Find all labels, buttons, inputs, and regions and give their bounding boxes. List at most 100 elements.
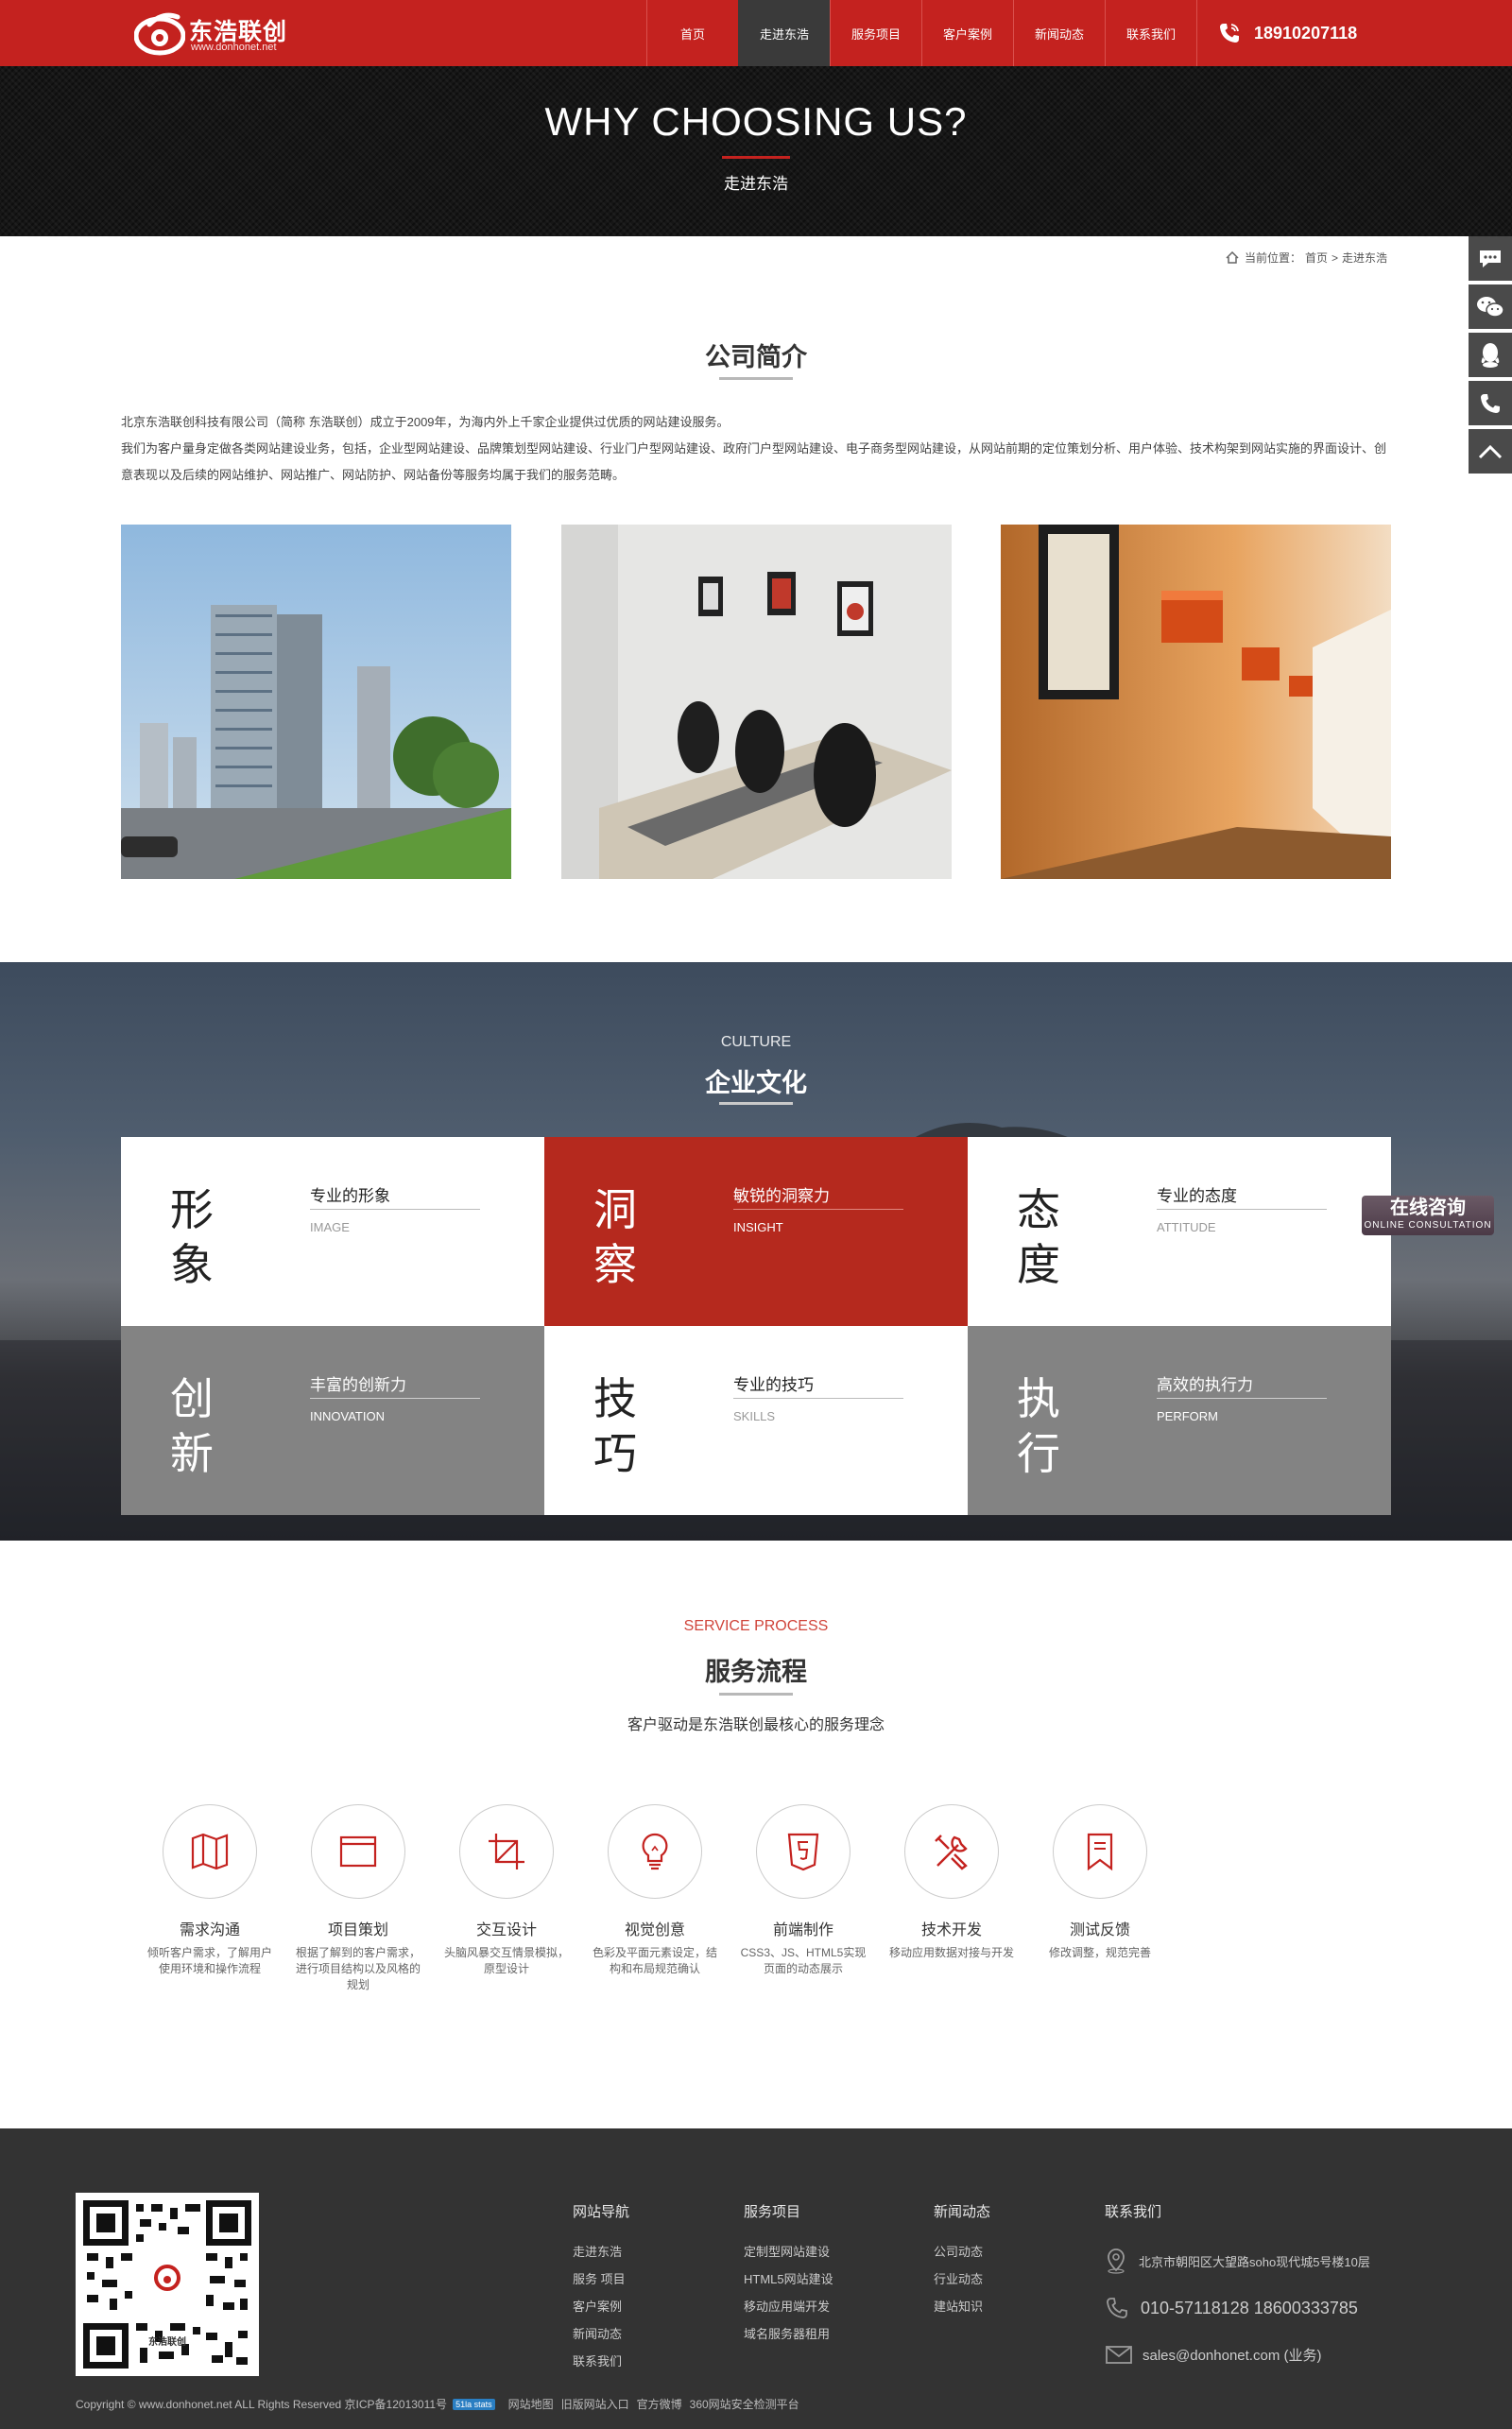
online-consultation-button[interactable]: 在线咨询 ONLINE CONSULTATION (1362, 1196, 1494, 1235)
side-chat-button[interactable] (1469, 236, 1512, 281)
culture-card-title: 敏锐的洞察力 (733, 1187, 830, 1205)
footer-link[interactable]: 定制型网站建设 (744, 2238, 833, 2265)
breadcrumb-prefix: 当前位置： (1244, 251, 1301, 265)
page-banner: WHY CHOOSING US? 走进东浩 (0, 66, 1512, 236)
culture-card-rule (310, 1209, 480, 1210)
process-step-circle[interactable] (608, 1804, 702, 1899)
culture-card-title: 丰富的创新力 (310, 1376, 406, 1394)
footer-link[interactable]: 服务 项目 (573, 2265, 629, 2293)
nav-news[interactable]: 新闻动态 (1013, 0, 1105, 66)
culture-card-glyph: 形象 (170, 1184, 214, 1290)
footer-bottom-link[interactable]: 旧版网站入口 (561, 2396, 629, 2412)
process-step-circle[interactable] (163, 1804, 257, 1899)
main-nav: 首页 走进东浩 服务项目 客户案例 新闻动态 联系我们 18910207118 (646, 0, 1376, 66)
footer-link[interactable]: 联系我们 (573, 2348, 629, 2375)
culture-card-glyph: 态度 (1017, 1184, 1060, 1290)
nav-about[interactable]: 走进东浩 (738, 0, 830, 66)
culture-card-glyph: 创新 (170, 1373, 214, 1479)
process-divider (719, 1693, 793, 1696)
banner-title: WHY CHOOSING US? (544, 99, 968, 144)
culture-card-rule (310, 1398, 480, 1399)
side-wechat-button[interactable] (1469, 284, 1512, 329)
footer-link[interactable]: 走进东浩 (573, 2238, 629, 2265)
footer-address: 北京市朝阳区大望路soho现代城5号楼10层 (1105, 2248, 1370, 2274)
breadcrumb: 当前位置： 首页 > 走进东浩 (1226, 250, 1391, 266)
culture-card-title: 专业的技巧 (733, 1376, 814, 1394)
phone-icon (1220, 24, 1239, 43)
tools-icon (935, 1835, 968, 1870)
process-subtitle: 客户驱动是东浩联创最核心的服务理念 (627, 1717, 885, 1733)
nav-contact[interactable]: 联系我们 (1105, 0, 1196, 66)
process-step-circle[interactable] (904, 1804, 999, 1899)
footer-email: sales@donhonet.com (业务) (1105, 2344, 1321, 2365)
qr-label: 东浩联创 (148, 2337, 186, 2348)
footer-link[interactable]: 行业动态 (934, 2265, 990, 2293)
footer-link[interactable]: 新闻动态 (573, 2320, 629, 2348)
side-phone-button[interactable] (1469, 381, 1512, 425)
nav-cases[interactable]: 客户案例 (921, 0, 1013, 66)
process-step-name: 前端制作 (772, 1922, 833, 1938)
footer-link[interactable]: 域名服务器租用 (744, 2320, 833, 2348)
logo-mark-icon (134, 12, 185, 56)
culture-card-title: 专业的形象 (310, 1187, 390, 1205)
back-to-top-icon (1478, 444, 1503, 458)
footer-bottom-link[interactable]: 360网站安全检测平台 (690, 2396, 799, 2412)
process-step-name: 交互设计 (475, 1922, 537, 1938)
culture-title: 企业文化 (705, 1069, 807, 1097)
process-step-circle[interactable] (311, 1804, 405, 1899)
chat-icon (1480, 250, 1501, 267)
nav-services[interactable]: 服务项目 (830, 0, 921, 66)
footer-col-title: 新闻动态 (934, 2204, 991, 2220)
meeting-room-photo (561, 525, 952, 879)
footer-bottom-link[interactable]: 官方微博 (637, 2396, 682, 2412)
window-icon (339, 1835, 377, 1868)
hallway-photo (1001, 525, 1391, 879)
process-step-name: 视觉创意 (624, 1922, 685, 1938)
location-icon (1108, 2248, 1125, 2274)
process-step-circle[interactable] (756, 1804, 850, 1899)
footer-address-text: 北京市朝阳区大望路soho现代城5号楼10层 (1139, 2254, 1370, 2269)
breadcrumb-home[interactable]: 首页 (1305, 250, 1328, 266)
footer-link[interactable]: 移动应用端开发 (744, 2293, 833, 2320)
footer-col-news: 新闻动态 公司动态 行业动态 建站知识 (934, 2201, 990, 2320)
process-step-frontend: 前端制作 CSS3、JS、HTML5实现页面的动态展示 (732, 1804, 874, 1977)
culture-card-title: 高效的执行力 (1157, 1376, 1253, 1394)
footer-email-text[interactable]: sales@donhonet.com (业务) (1143, 2345, 1321, 2365)
culture-section: CULTURE 企业文化 形象 专业的形象 IMAGE 洞察 敏锐的洞察力 IN… (0, 962, 1512, 1541)
footer-link[interactable]: HTML5网站建设 (744, 2265, 833, 2293)
nav-home[interactable]: 首页 (646, 0, 738, 66)
culture-card-rule (733, 1398, 903, 1399)
process-step-name: 技术开发 (920, 1922, 982, 1938)
process-step-name: 测试反馈 (1069, 1922, 1130, 1938)
process-step-circle[interactable] (459, 1804, 554, 1899)
process-step-name: 项目策划 (327, 1922, 388, 1938)
wechat-qr-code: 东浩联创 (76, 2193, 259, 2376)
header-phone[interactable]: 18910207118 (1196, 0, 1376, 66)
culture-card-attitude: 态度 专业的态度 ATTITUDE (968, 1137, 1391, 1326)
site-footer: 东浩联创 网站导航 走进东浩 服务 项目 客户案例 新闻动态 联系我们 服务项目… (0, 2128, 1512, 2429)
culture-card-insight: 洞察 敏锐的洞察力 INSIGHT (544, 1137, 968, 1326)
banner-divider (722, 156, 790, 159)
culture-card-glyph: 洞察 (593, 1184, 637, 1290)
footer-link[interactable]: 建站知识 (934, 2293, 990, 2320)
breadcrumb-separator: > (1331, 250, 1338, 265)
process-step-circle[interactable] (1053, 1804, 1147, 1899)
logo-url: www.donhonet.net (191, 42, 277, 53)
building-photo (121, 525, 511, 879)
culture-card-en: IMAGE (310, 1220, 350, 1234)
home-icon (1226, 251, 1239, 264)
footer-link[interactable]: 客户案例 (573, 2293, 629, 2320)
footer-phone-text: 010-57118128 18600333785 (1141, 2298, 1358, 2317)
footer-bottom-link[interactable]: 网站地图 (508, 2396, 554, 2412)
process-step-desc: 根据了解到的客户需求，进行项目结构以及风格的规划 (295, 1946, 421, 1991)
stats-badge[interactable]: 51la stats (453, 2398, 495, 2410)
culture-card-rule (1157, 1398, 1327, 1399)
back-to-top-button[interactable] (1469, 429, 1512, 474)
culture-card-rule (1157, 1209, 1327, 1210)
process-en-title: SERVICE PROCESS (683, 1618, 829, 1634)
bulb-icon (642, 1833, 668, 1870)
culture-divider (719, 1102, 793, 1105)
logo[interactable]: 东浩联创 www.donhonet.net (134, 9, 323, 57)
breadcrumb-current[interactable]: 走进东浩 (1342, 250, 1387, 266)
footer-link[interactable]: 公司动态 (934, 2238, 990, 2265)
